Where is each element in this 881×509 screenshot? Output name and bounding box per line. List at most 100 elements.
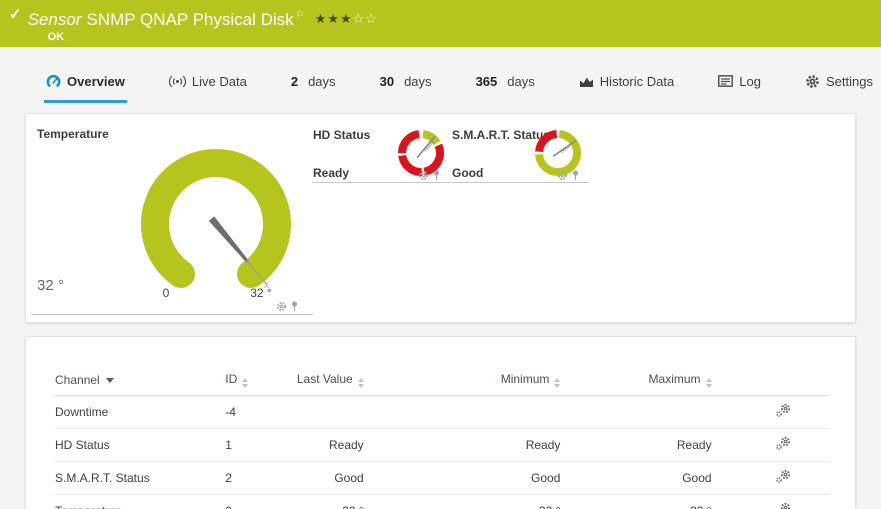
channel-settings-icon[interactable]: [775, 469, 792, 484]
log-icon: [718, 75, 734, 87]
tab-log-label: Log: [739, 73, 761, 89]
live-data-icon: [168, 75, 186, 87]
column-header-last-value[interactable]: Last Value: [297, 367, 364, 396]
column-header-actions: [712, 367, 830, 396]
stars-filled[interactable]: ★★★: [315, 11, 353, 26]
tab-settings[interactable]: Settings: [803, 62, 875, 103]
temperature-gauge-title: Temperature: [37, 127, 109, 141]
priority-stars[interactable]: ★★★☆☆: [315, 11, 378, 26]
gauge-pin-icon[interactable]: [432, 170, 441, 181]
tab-2-days-number: 2: [290, 73, 299, 89]
channel-settings-icon[interactable]: [775, 403, 792, 418]
tab-2-days[interactable]: 2 days: [289, 62, 338, 103]
prtg-sensor-page: ✓ Sensor SNMP QNAP Physical Disk ⚐ ★★★☆☆ OK…: [0, 0, 881, 509]
cell-minimum: Good: [531, 471, 561, 485]
object-kind-label: Sensor: [27, 10, 82, 29]
gauge-icon: [46, 74, 61, 87]
tab-historic-data[interactable]: Historic Data: [577, 62, 676, 103]
temperature-block-actions: [276, 301, 299, 312]
table-row-hd-status: HD Status 1 Ready Ready Ready: [55, 429, 830, 462]
temperature-scale-max: 32 °: [250, 286, 272, 300]
tab-30-days-number: 30: [379, 73, 395, 89]
temperature-scale-min: 0: [163, 286, 170, 300]
cell-last-value: 32 °: [297, 495, 363, 509]
temperature-divider: [31, 314, 313, 315]
tab-settings-label: Settings: [826, 73, 873, 89]
sort-icon: [554, 378, 561, 388]
gauge-settings-icon[interactable]: [557, 170, 568, 181]
sensor-title-line: Sensor SNMP QNAP Physical Disk ⚐ ★★★☆☆: [28, 6, 378, 30]
hd-status-block-actions: [418, 170, 441, 181]
cell-minimum: 32 °: [364, 495, 560, 509]
cell-minimum: Ready: [525, 438, 561, 452]
tab-365-days-label: days: [507, 73, 535, 89]
ok-check-icon: ✓: [9, 6, 22, 23]
cell-channel: Temperature: [55, 495, 225, 509]
channels-panel: Channel ID Last Value Minimum Maximum Do…: [25, 336, 856, 509]
cell-maximum: [560, 396, 711, 429]
sort-icon: [705, 378, 712, 388]
cell-channel: S.M.A.R.T. Status: [55, 471, 150, 485]
sensor-header: ✓ Sensor SNMP QNAP Physical Disk ⚐ ★★★☆☆ OK: [0, 0, 881, 47]
column-header-id[interactable]: ID: [225, 367, 297, 396]
smart-status-divider: [451, 182, 589, 183]
page-title: SNMP QNAP Physical Disk: [86, 10, 294, 29]
cell-channel: Downtime: [55, 405, 109, 419]
tab-2-days-label: days: [308, 73, 336, 89]
column-header-channel[interactable]: Channel: [55, 367, 225, 396]
gauge-settings-icon[interactable]: [418, 170, 429, 181]
table-row-temperature: Temperature 0 32 ° 32 ° 32 °: [55, 495, 830, 509]
status-badge: OK: [47, 31, 65, 43]
flag-icon[interactable]: ⚐: [296, 10, 305, 21]
hd-status-divider: [312, 182, 450, 183]
cell-maximum: Good: [682, 471, 712, 485]
gear-icon: [806, 74, 819, 88]
channel-settings-icon[interactable]: [775, 436, 792, 451]
cell-last-value: Ready: [328, 438, 364, 452]
temperature-gauge: x 0 32 °: [141, 149, 291, 300]
tab-overview-label: Overview: [67, 73, 125, 89]
tab-30-days[interactable]: 30 days: [378, 62, 434, 103]
column-header-minimum[interactable]: Minimum: [364, 367, 561, 396]
tab-overview[interactable]: Overview: [44, 62, 127, 103]
channels-table-header-row: Channel ID Last Value Minimum Maximum: [55, 367, 830, 396]
tab-30-days-label: days: [404, 73, 432, 89]
cell-maximum: 32 °: [560, 495, 711, 509]
tab-365-days-number: 365: [475, 73, 498, 89]
tab-bar: Overview Live Data 2 days 30 days 365 da…: [0, 62, 881, 103]
tab-historic-data-label: Historic Data: [599, 73, 675, 89]
cell-id: 0: [225, 495, 297, 509]
cell-last-value: [297, 396, 364, 429]
historic-chart-icon: [579, 77, 593, 87]
cell-id: 2: [225, 471, 232, 485]
tab-log[interactable]: Log: [716, 62, 763, 103]
gauge-settings-icon[interactable]: [276, 301, 287, 312]
hd-status-current-value: Ready: [313, 166, 350, 180]
stars-empty[interactable]: ☆☆: [353, 11, 378, 26]
cell-channel: HD Status: [55, 438, 110, 452]
temperature-gauge-arc: [141, 149, 291, 288]
sensor-title-block: Sensor SNMP QNAP Physical Disk ⚐ ★★★☆☆ OK: [28, 6, 378, 43]
temperature-current-value: 32 °: [37, 277, 64, 294]
gauge-pin-icon[interactable]: [290, 301, 299, 312]
cell-minimum: [364, 396, 561, 429]
smart-status-block-actions: [557, 170, 580, 181]
smart-status-current-value: Good: [452, 166, 484, 180]
channels-table: Channel ID Last Value Minimum Maximum Do…: [55, 367, 830, 509]
cell-maximum: Ready: [676, 438, 712, 452]
sort-icon: [242, 378, 249, 388]
column-header-maximum[interactable]: Maximum: [560, 367, 712, 396]
gauge-pin-icon[interactable]: [571, 170, 580, 181]
cell-id: 1: [225, 438, 232, 452]
tab-live-data[interactable]: Live Data: [167, 62, 249, 103]
tab-365-days[interactable]: 365 days: [474, 62, 537, 103]
table-row-smart-status: S.M.A.R.T. Status 2 Good Good Good: [55, 462, 830, 495]
cell-id: -4: [225, 405, 236, 419]
sort-desc-icon: [105, 378, 114, 383]
channel-settings-icon[interactable]: [775, 502, 792, 509]
tab-live-data-label: Live Data: [191, 73, 247, 89]
cell-last-value: Good: [334, 471, 364, 485]
sort-icon: [357, 378, 364, 388]
gauges-panel: Temperature x 0 32 ° 32 ° HD Status Read…: [25, 113, 856, 323]
table-row-downtime: Downtime -4: [55, 396, 830, 429]
